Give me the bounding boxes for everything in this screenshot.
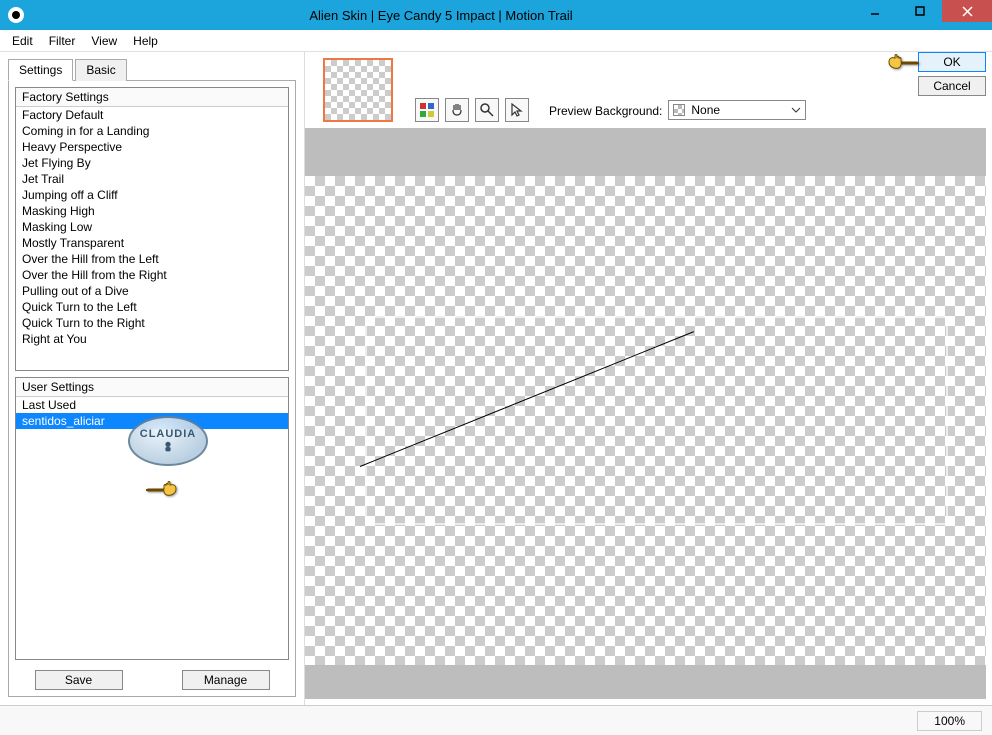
motion-trail-line [360,331,694,467]
tool-row: Preview Background: None [305,58,986,122]
settings-panel: Factory Settings Factory DefaultComing i… [8,81,296,697]
menu-filter[interactable]: Filter [41,32,84,50]
list-item[interactable]: Factory Default [16,107,288,123]
cancel-button[interactable]: Cancel [918,76,986,96]
list-item[interactable]: Last Used [16,397,288,413]
settings-pane: Settings Basic Factory Settings Factory … [0,52,305,705]
settings-button-row: Save Manage [15,666,289,690]
minimize-button[interactable] [852,0,897,22]
pointer-tool[interactable] [505,98,529,122]
color-picker-tool[interactable] [415,98,439,122]
list-item[interactable]: Over the Hill from the Left [16,251,288,267]
list-item[interactable]: Over the Hill from the Right [16,267,288,283]
menu-help[interactable]: Help [125,32,166,50]
list-item[interactable]: Mostly Transparent [16,235,288,251]
list-item[interactable]: Jet Flying By [16,155,288,171]
save-button[interactable]: Save [35,670,123,690]
app-icon [8,7,24,23]
watermark-badge: CLAUDIA [128,416,208,466]
list-item[interactable]: Heavy Perspective [16,139,288,155]
preview-bg-label: Preview Background: [549,104,662,118]
list-item[interactable]: Masking Low [16,219,288,235]
zoom-tool[interactable] [475,98,499,122]
preview-bg-value: None [691,103,720,117]
window-title: Alien Skin | Eye Candy 5 Impact | Motion… [30,8,852,23]
list-item[interactable]: Quick Turn to the Left [16,299,288,315]
list-item[interactable]: Pulling out of a Dive [16,283,288,299]
menu-view[interactable]: View [83,32,125,50]
preview-pane: Preview Background: None OK Cancel [305,52,992,705]
status-bar: 100% [0,705,992,735]
factory-header: Factory Settings [16,88,288,107]
menu-bar: Edit Filter View Help [0,30,992,52]
list-item[interactable]: Masking High [16,203,288,219]
user-header: User Settings [16,378,288,397]
zoom-level: 100% [917,711,982,731]
list-item[interactable]: Jumping off a Cliff [16,187,288,203]
hand-tool[interactable] [445,98,469,122]
close-button[interactable] [942,0,992,22]
title-bar: Alien Skin | Eye Candy 5 Impact | Motion… [0,0,992,30]
tab-basic[interactable]: Basic [75,59,126,81]
preview-thumbnail[interactable] [323,58,393,122]
preview-canvas[interactable] [305,128,986,699]
factory-settings-list[interactable]: Factory Settings Factory DefaultComing i… [15,87,289,371]
transparent-swatch-icon [673,104,685,116]
preview-bg-select[interactable]: None [668,100,806,120]
canvas-checker [305,176,986,665]
menu-edit[interactable]: Edit [4,32,41,50]
manage-button[interactable]: Manage [182,670,270,690]
list-item[interactable]: Right at You [16,331,288,347]
ok-button[interactable]: OK [918,52,986,72]
action-buttons: OK Cancel [918,52,986,96]
maximize-button[interactable] [897,0,942,22]
list-item[interactable]: Quick Turn to the Right [16,315,288,331]
chevron-down-icon [791,105,801,115]
window-controls [852,0,992,30]
list-item[interactable]: Coming in for a Landing [16,123,288,139]
list-item[interactable]: Jet Trail [16,171,288,187]
tab-settings[interactable]: Settings [8,59,73,81]
tabs: Settings Basic [8,58,296,81]
